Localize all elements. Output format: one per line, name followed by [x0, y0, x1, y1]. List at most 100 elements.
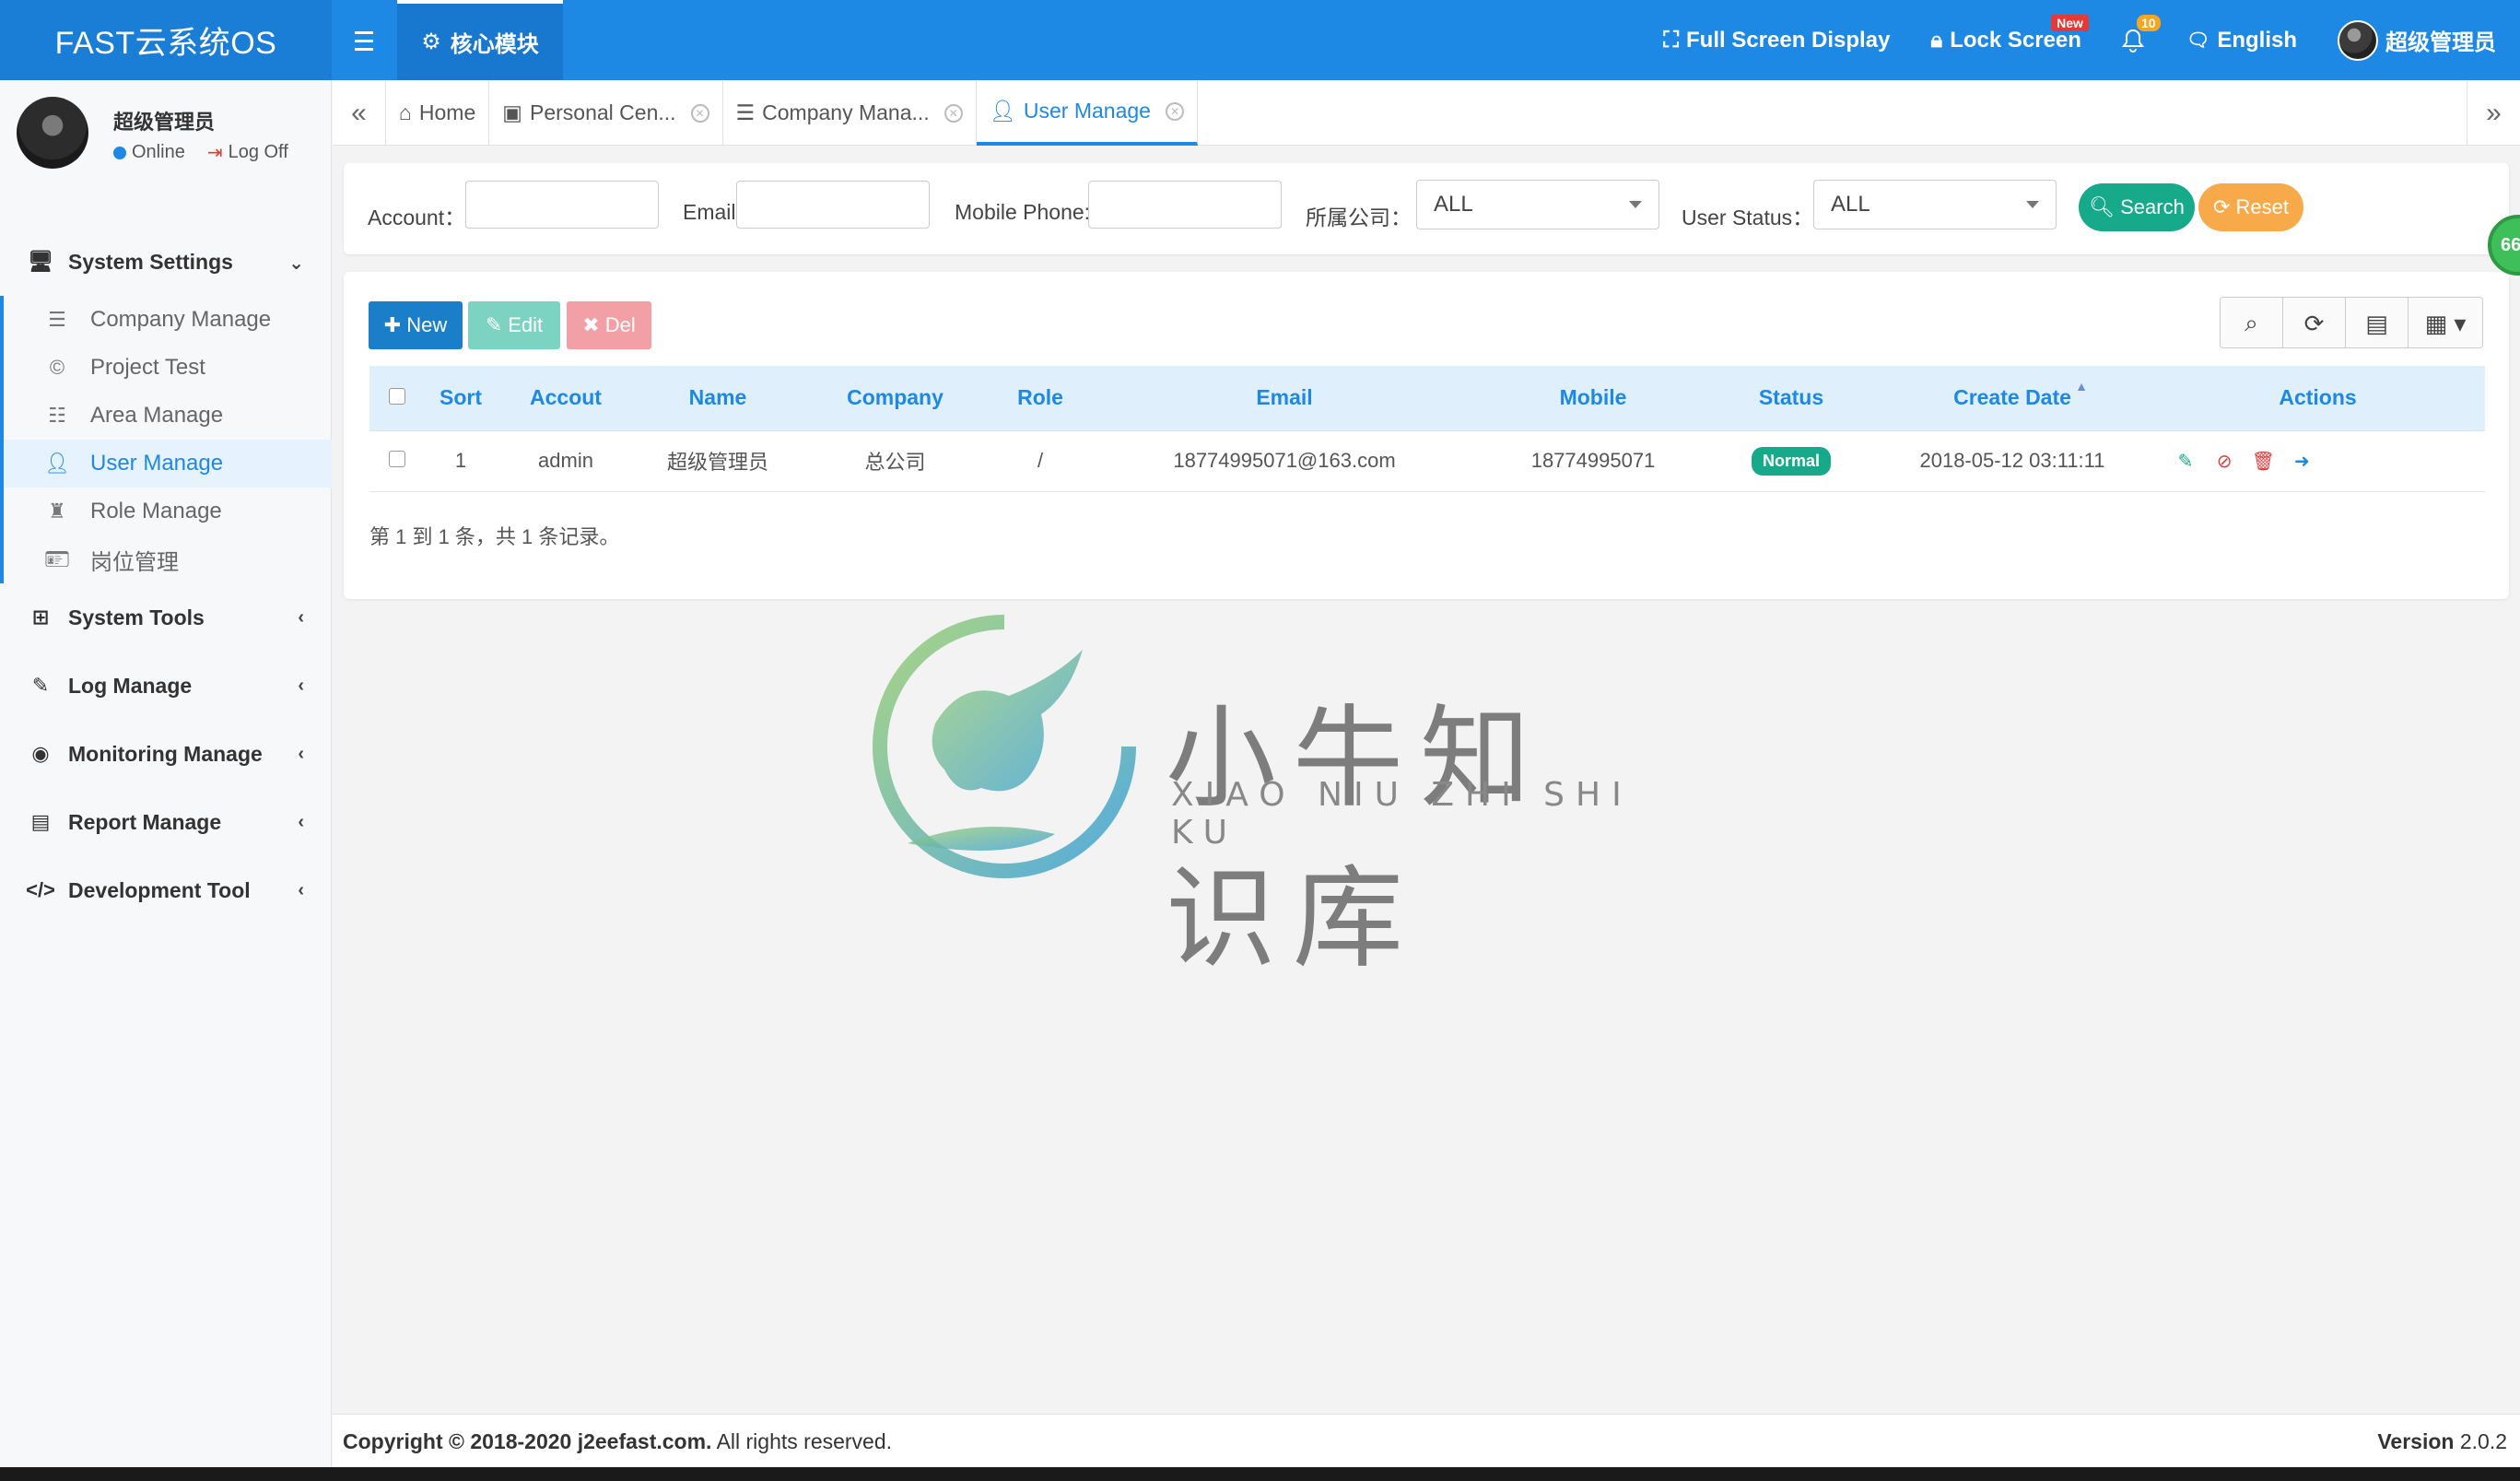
create-date-header-label: Create Date: [1953, 385, 2071, 410]
refresh-icon[interactable]: ⟳: [2283, 298, 2346, 347]
top-navbar: FAST云系统OS ⚙ 核心模块 ⛶ Full Screen Display 🔒…: [0, 0, 2520, 80]
search-toggle-icon[interactable]: ⌕: [2221, 298, 2283, 347]
chevron-left-icon: ‹: [298, 812, 304, 832]
sidebar-group-report[interactable]: ▤ Report Manage ‹: [0, 788, 332, 856]
sidebar-item-company-manage[interactable]: ☰ Company Manage: [4, 296, 332, 344]
watermark: 小牛知识库 XIAO NIU ZHI SHI KU: [871, 613, 1645, 983]
columns-icon[interactable]: ▦ ▾: [2409, 298, 2482, 347]
search-form: Account： Email: Mobile Phone: 所属公司： ALL …: [344, 163, 2509, 254]
user-icon: 👤︎: [989, 99, 1016, 123]
tab-user-manage[interactable]: 👤︎ User Manage ✕: [976, 80, 1198, 146]
column-header-email[interactable]: Email: [1091, 366, 1478, 431]
user-name-label: 超级管理员: [2385, 30, 2496, 55]
sidebar-item-role-manage[interactable]: ♜ Role Manage: [4, 488, 332, 535]
mobile-input[interactable]: [1088, 181, 1282, 229]
column-header-role[interactable]: Role: [990, 366, 1091, 431]
sidebar-submenu: ☰ Company Manage © Project Test ☷ Area M…: [0, 296, 332, 583]
logoff-link[interactable]: ⇥ Log Off: [207, 141, 288, 164]
sidebar-item-label: Company Manage: [90, 307, 272, 332]
column-header-name[interactable]: Name: [635, 366, 801, 431]
row-checkbox[interactable]: [389, 451, 405, 467]
cell-mobile: 18774995071: [1478, 430, 1708, 492]
email-input[interactable]: [736, 181, 930, 229]
sidebar-item-post-manage[interactable]: 🪪︎ 岗位管理: [4, 535, 332, 583]
notifications-button[interactable]: 10: [2102, 0, 2166, 80]
tab-personal-center[interactable]: ▣ Personal Cen... ✕: [489, 80, 723, 146]
column-header-sort[interactable]: Sort: [425, 366, 497, 431]
sidebar-item-user-manage[interactable]: 👤︎ User Manage: [4, 440, 332, 488]
column-header-create-date[interactable]: Create Date ▲: [1874, 366, 2151, 431]
more-actions-icon[interactable]: ➜: [2291, 451, 2313, 473]
user-secret-icon: ♜: [48, 500, 66, 523]
sidebar-item-label: Area Manage: [90, 403, 224, 428]
toggle-view-icon[interactable]: ▤: [2346, 298, 2409, 347]
company-select[interactable]: ALL: [1416, 180, 1659, 229]
module-tab[interactable]: ⚙ 核心模块: [397, 0, 563, 80]
column-header-status[interactable]: Status: [1708, 366, 1874, 431]
cell-email: 18774995071@163.com: [1091, 430, 1478, 492]
language-switch[interactable]: 🗨︎ English: [2166, 0, 2317, 80]
menu-toggle-icon[interactable]: [346, 22, 382, 59]
close-icon[interactable]: ✕: [690, 103, 709, 123]
refresh-icon: ⟳: [2213, 195, 2231, 218]
sidebar-group-dev-tool[interactable]: </> Development Tool ‹: [0, 856, 332, 924]
sidebar-item-project-test[interactable]: © Project Test: [4, 344, 332, 392]
sidebar-group-system-settings[interactable]: 🖥︎ System Settings ⌄: [0, 228, 332, 296]
sort-asc-icon: ▲: [2075, 379, 2088, 394]
reset-button[interactable]: ⟳ Reset: [2198, 183, 2303, 231]
column-header-mobile[interactable]: Mobile: [1478, 366, 1708, 431]
id-card-icon: 🪪︎: [44, 547, 70, 570]
close-icon[interactable]: ✕: [1165, 101, 1184, 121]
fullscreen-button[interactable]: ⛶ Full Screen Display: [1643, 0, 1910, 80]
lock-screen-button[interactable]: 🔒︎ Lock Screen New: [1910, 0, 2102, 80]
fullscreen-label: Full Screen Display: [1686, 27, 1891, 53]
user-status-label: User Status：: [1682, 206, 1814, 229]
tab-label: User Manage: [1023, 99, 1151, 123]
caret-down-icon: [2026, 201, 2039, 208]
user-panel-name: 超级管理员: [113, 111, 216, 134]
sidebar-item-label: User Manage: [90, 451, 224, 476]
column-header-account[interactable]: Accout: [497, 366, 635, 431]
close-icon[interactable]: ✕: [944, 103, 963, 123]
account-input[interactable]: [465, 181, 659, 229]
cell-name: 超级管理员: [635, 430, 801, 492]
tab-company-manage[interactable]: ☰ Company Mana... ✕: [723, 80, 977, 146]
edit-button[interactable]: ✎ Edit: [468, 301, 560, 349]
chevron-down-icon: ⌄: [288, 253, 304, 274]
row-select-cell: [369, 430, 425, 492]
chevron-left-icon: ‹: [298, 744, 304, 764]
list-icon: ☰: [735, 100, 756, 124]
mobile-label: Mobile Phone:: [955, 200, 1091, 224]
ban-icon[interactable]: ⊘: [2213, 451, 2235, 473]
caret-down-icon: [1629, 201, 1642, 208]
desktop-icon: 🖥︎: [28, 250, 53, 273]
sidebar-group-system-tools[interactable]: ⊞ System Tools ‹: [0, 583, 332, 652]
cell-create-date: 2018-05-12 03:11:11: [1874, 430, 2151, 492]
search-button[interactable]: 🔍︎ Search: [2079, 183, 2195, 231]
tab-home[interactable]: ⌂ Home: [386, 80, 490, 146]
trash-icon[interactable]: 🗑︎: [2252, 451, 2275, 473]
plus-icon: ✚: [383, 313, 402, 336]
delete-button[interactable]: ✖ Del: [567, 301, 651, 349]
tabs-scroll-left-icon[interactable]: «: [333, 80, 386, 146]
avatar: [17, 97, 88, 169]
watermark-subtitle: XIAO NIU ZHI SHI KU: [1171, 776, 1633, 852]
select-all-checkbox[interactable]: [389, 388, 405, 406]
new-button-label: New: [406, 313, 448, 336]
sidebar-group-monitoring[interactable]: ◉ Monitoring Manage ‹: [0, 720, 332, 788]
select-all-cell: [369, 366, 425, 431]
edit-row-icon[interactable]: ✎: [2174, 451, 2197, 473]
sidebar-group-log-manage[interactable]: ✎ Log Manage ‹: [0, 652, 332, 720]
new-button[interactable]: ✚ New: [369, 301, 463, 349]
company-label: 所属公司：: [1306, 206, 1412, 229]
brand-logo[interactable]: FAST云系统OS: [0, 0, 332, 80]
chevron-left-icon: ‹: [298, 676, 304, 696]
column-header-company[interactable]: Company: [801, 366, 990, 431]
user-status-select[interactable]: ALL: [1813, 180, 2057, 229]
table-header-row: Sort Accout Name Company Role Email Mobi…: [369, 366, 2485, 431]
pagination-info: 第 1 到 1 条，共 1 条记录。: [369, 525, 620, 548]
cell-company: 总公司: [801, 430, 990, 492]
sidebar-item-area-manage[interactable]: ☷ Area Manage: [4, 392, 332, 440]
tabs-scroll-right-icon[interactable]: »: [2467, 80, 2520, 146]
user-menu[interactable]: 超级管理员: [2317, 0, 2520, 80]
